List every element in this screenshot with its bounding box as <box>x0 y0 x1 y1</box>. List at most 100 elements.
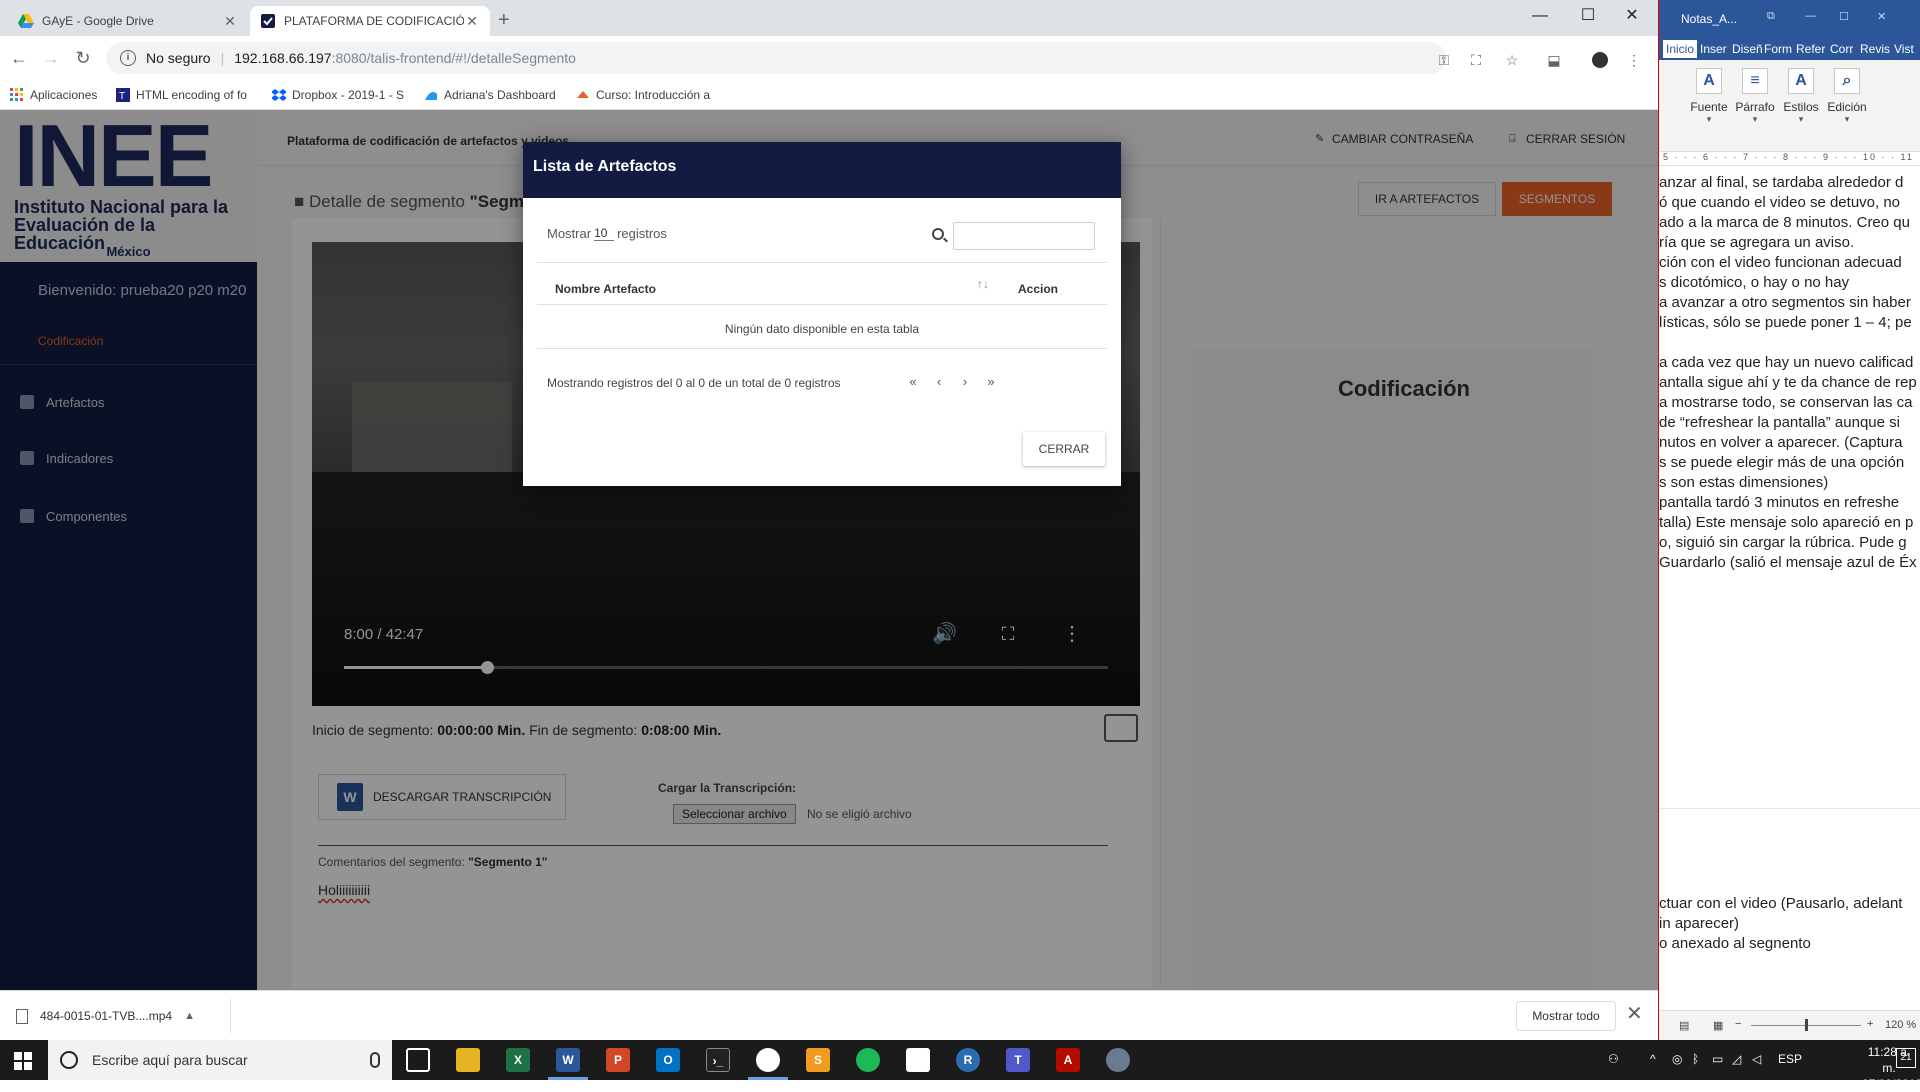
document-line: a avanzar a otro segmentos sin haber <box>1659 294 1911 311</box>
forward-arrow-icon[interactable]: → <box>40 48 62 70</box>
tab-revisar[interactable]: Revis <box>1857 40 1893 58</box>
excel-icon[interactable]: X <box>506 1048 530 1072</box>
zoom-slider-thumb[interactable] <box>1805 1019 1808 1031</box>
zoom-level[interactable]: 120 % <box>1885 1019 1916 1031</box>
document-line: de “refreshear la pantalla” aunque si <box>1659 414 1900 431</box>
battery-icon[interactable]: ▭ <box>1712 1052 1723 1066</box>
document-page-lower[interactable]: ctuar con el video (Pausarlo, adelant in … <box>1659 808 1920 990</box>
read-mode-icon[interactable]: ▤ <box>1679 1019 1689 1032</box>
search-input[interactable] <box>953 222 1095 250</box>
tab-referencias[interactable]: Refer <box>1793 40 1828 58</box>
bluetooth-icon[interactable]: ᛒ <box>1692 1052 1699 1066</box>
translate-icon[interactable]: ⛶ <box>1468 52 1484 68</box>
spotify-icon[interactable] <box>856 1048 880 1072</box>
info-icon[interactable]: i <box>120 50 136 66</box>
ribbon-group-font[interactable]: A Fuente ▾ <box>1687 68 1731 125</box>
word-icon[interactable]: W <box>556 1048 580 1072</box>
taskbar: Escribe aquí para buscar X W P O ›_ S R … <box>0 1040 1920 1091</box>
address-bar[interactable]: i No seguro | 192.168.66.197:8080/talis-… <box>106 42 1446 74</box>
extension-icon[interactable]: ⬓ <box>1546 52 1562 68</box>
show-all-button[interactable]: Mostrar todo <box>1516 1001 1616 1031</box>
zoom-out-icon[interactable]: − <box>1735 1018 1741 1030</box>
status-bar: ▤ ▦ − + 120 % <box>1659 1010 1920 1040</box>
download-item[interactable]: 484-0015-01-TVB....mp4 ▲ <box>16 1005 195 1027</box>
new-tab-button[interactable]: + <box>498 10 510 30</box>
page-size-select[interactable]: 10 <box>594 226 615 241</box>
reload-icon[interactable]: ↻ <box>72 48 94 70</box>
ribbon-group-editing[interactable]: ⌕ Edición ▾ <box>1825 68 1869 125</box>
bookmark-dashboard[interactable]: Adriana's Dashboard <box>424 86 556 104</box>
terminal-icon[interactable]: ›_ <box>706 1048 730 1072</box>
pager-last[interactable]: » <box>981 374 1001 389</box>
bookmark-html-encoding[interactable]: T HTML encoding of fo <box>116 86 256 104</box>
people-icon[interactable]: ⚇ <box>1608 1052 1619 1066</box>
chevron-up-icon[interactable]: ▲ <box>184 1010 195 1022</box>
tab-formato[interactable]: Form <box>1761 40 1795 58</box>
bookmark-curso[interactable]: Curso: Introducción a <box>576 86 712 104</box>
bookmark-dropbox[interactable]: Dropbox - 2019-1 - S <box>272 86 406 104</box>
network-icon[interactable]: ◿ <box>1732 1052 1741 1066</box>
close-icon[interactable]: ✕ <box>222 13 238 29</box>
document-line: a cada vez que hay un nuevo calificad <box>1659 354 1914 371</box>
volume-icon[interactable]: ◁ <box>1752 1052 1761 1066</box>
tab-plataforma[interactable]: PLATAFORMA DE CODIFICACIÓN ✕ <box>250 6 490 36</box>
tab-correspondencia[interactable]: Corr <box>1827 40 1856 58</box>
chevron-up-icon[interactable]: ^ <box>1650 1052 1656 1066</box>
minimize-icon[interactable]: — <box>1805 10 1819 24</box>
document-page[interactable]: anzar al final, se tardaba alrededor d ó … <box>1659 166 1920 806</box>
windows-start-icon[interactable] <box>14 1052 32 1070</box>
maximize-icon[interactable]: ☐ <box>1839 10 1853 24</box>
r-icon[interactable]: R <box>956 1048 980 1072</box>
print-layout-icon[interactable]: ▦ <box>1713 1019 1723 1032</box>
clock-date: 27/09/2018 <box>1862 1077 1920 1091</box>
task-view-icon[interactable] <box>406 1048 430 1072</box>
microphone-icon[interactable] <box>370 1052 380 1068</box>
document-line: a mostrarse todo, se conservan las ca <box>1659 394 1913 411</box>
pager-next[interactable]: › <box>955 374 975 389</box>
powerpoint-icon[interactable]: P <box>606 1048 630 1072</box>
ruler: 5 · · · 6 · · · 7 · · · 8 · · · 9 · · · … <box>1659 152 1920 166</box>
close-icon[interactable]: ✕ <box>464 13 480 29</box>
menu-dots-icon[interactable]: ⋮ <box>1626 52 1642 68</box>
file-explorer-icon[interactable] <box>456 1048 480 1072</box>
language-indicator[interactable]: ESP <box>1778 1052 1802 1066</box>
maximize-button[interactable]: ☐ <box>1566 4 1610 28</box>
divider <box>230 999 231 1033</box>
sublime-icon[interactable]: S <box>806 1048 830 1072</box>
star-icon[interactable]: ☆ <box>1504 52 1520 68</box>
sticky-notes-icon[interactable] <box>906 1048 930 1072</box>
bookmark-apps[interactable]: Aplicaciones <box>10 86 97 104</box>
minimize-button[interactable]: — <box>1518 4 1562 28</box>
ribbon-group-styles[interactable]: A Estilos ▾ <box>1779 68 1823 125</box>
chrome-icon[interactable] <box>756 1048 780 1072</box>
tab-insertar[interactable]: Inser <box>1697 40 1730 58</box>
pager-prev[interactable]: ‹ <box>929 374 949 389</box>
zoom-in-icon[interactable]: + <box>1867 1018 1873 1030</box>
app-icon[interactable] <box>1106 1048 1130 1072</box>
key-icon[interactable]: ⚿ <box>1436 52 1452 68</box>
tab-google-drive[interactable]: GAyE - Google Drive ✕ <box>8 6 248 36</box>
acrobat-icon[interactable]: A <box>1056 1048 1080 1072</box>
tray-app-icon[interactable]: ◎ <box>1672 1052 1682 1066</box>
word-ribbon-tabs: Inicio Inser Diseñ Form Refer Corr Revis… <box>1659 36 1920 60</box>
taskbar-search[interactable]: Escribe aquí para buscar <box>48 1040 392 1080</box>
close-icon[interactable]: ✕ <box>1626 1003 1643 1025</box>
outlook-icon[interactable]: O <box>656 1048 680 1072</box>
tab-vista[interactable]: Vist <box>1891 40 1917 58</box>
notification-count[interactable]: 21 <box>1896 1048 1916 1068</box>
sort-icon[interactable]: ↑↓ <box>977 277 989 291</box>
close-button[interactable]: CERRAR <box>1023 432 1105 466</box>
teams-icon[interactable]: T <box>1006 1048 1030 1072</box>
column-header-name[interactable]: Nombre Artefacto <box>555 282 656 296</box>
close-window-button[interactable]: ✕ <box>1610 4 1654 28</box>
omnibar: ← → ↻ i No seguro | 192.168.66.197:8080/… <box>0 36 1658 80</box>
tab-inicio[interactable]: Inicio <box>1663 40 1698 58</box>
ribbon-group-paragraph[interactable]: ≡ Párrafo ▾ <box>1733 68 1777 125</box>
back-arrow-icon[interactable]: ← <box>8 48 30 70</box>
avatar[interactable] <box>1592 52 1608 68</box>
restore-icon[interactable]: ⧉ <box>1767 10 1781 24</box>
pager-first[interactable]: « <box>903 374 923 389</box>
document-line: o, siguió sin cargar la rúbrica. Pude g <box>1659 534 1907 551</box>
close-icon[interactable]: ✕ <box>1877 10 1891 24</box>
document-line: talla) Este mensaje solo apareció en p <box>1659 514 1914 531</box>
